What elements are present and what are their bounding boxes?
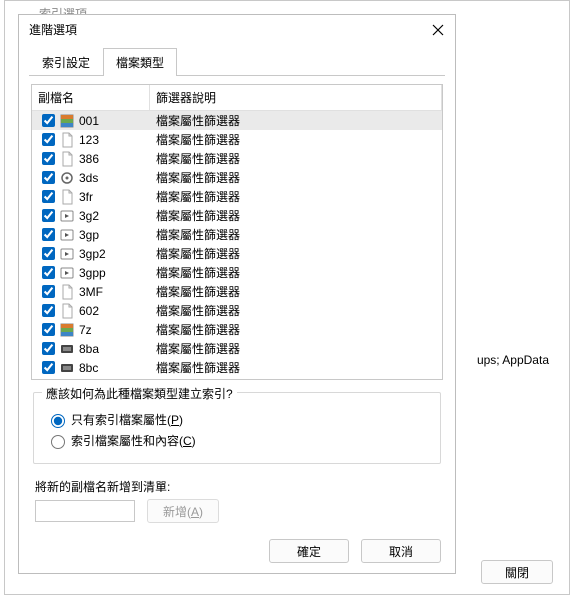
file-type-icon [59,322,75,338]
row-description: 檔案屬性篩選器 [156,112,240,129]
radio-properties-and-content[interactable]: 索引檔案屬性和內容(C) [46,432,428,449]
row-extension: 001 [79,114,99,128]
row-extension: 3fr [79,190,93,204]
row-checkbox[interactable] [42,323,55,336]
table-row[interactable]: 3gpp 檔案屬性篩選器 [32,263,442,282]
group-title: 應該如何為此種檔案類型建立索引? [42,385,237,402]
row-extension: 3gp2 [79,247,106,261]
row-extension: 7z [79,323,92,337]
table-row[interactable]: 8ba 檔案屬性篩選器 [32,339,442,358]
side-text: ups; AppData [477,353,549,367]
row-checkbox[interactable] [42,209,55,222]
row-checkbox[interactable] [42,133,55,146]
row-description: 檔案屬性篩選器 [156,264,240,281]
radio-properties-only[interactable]: 只有索引檔案屬性(P) [46,411,428,428]
header-description[interactable]: 篩選器說明 [150,85,442,110]
add-extension-label: 將新的副檔名新增到清單: [35,478,439,495]
file-type-icon [59,360,75,376]
ok-button[interactable]: 確定 [269,539,349,563]
row-extension: 8bc [79,361,98,375]
file-type-icon [59,151,75,167]
file-type-icon [59,227,75,243]
row-description: 檔案屬性篩選器 [156,302,240,319]
table-row[interactable]: 3MF 檔案屬性篩選器 [32,282,442,301]
table-row[interactable]: 3fr 檔案屬性篩選器 [32,187,442,206]
row-description: 檔案屬性篩選器 [156,245,240,262]
row-extension: 8ba [79,342,99,356]
row-description: 檔案屬性篩選器 [156,207,240,224]
row-extension: 3g2 [79,209,99,223]
file-type-icon [59,341,75,357]
row-description: 檔案屬性篩選器 [156,169,240,186]
row-checkbox[interactable] [42,114,55,127]
row-extension: 602 [79,304,99,318]
table-row[interactable]: 602 檔案屬性篩選器 [32,301,442,320]
tab-file-types[interactable]: 檔案類型 [103,48,177,76]
row-checkbox[interactable] [42,190,55,203]
row-checkbox[interactable] [42,228,55,241]
tabs: 索引設定 檔案類型 [29,47,445,76]
row-description: 檔案屬性篩選器 [156,150,240,167]
row-description: 檔案屬性篩選器 [156,283,240,300]
header-extension[interactable]: 副檔名 [32,85,150,110]
list-header: 副檔名 篩選器說明 [32,85,442,111]
cancel-button[interactable]: 取消 [361,539,441,563]
row-checkbox[interactable] [42,152,55,165]
row-extension: 3MF [79,285,103,299]
index-mode-group: 應該如何為此種檔案類型建立索引? 只有索引檔案屬性(P) 索引檔案屬性和內容(C… [33,392,441,464]
file-type-list[interactable]: 副檔名 篩選器說明 001 檔案屬性篩選器 123 檔案屬性篩選器 386 檔案屬性篩選器… [31,84,443,380]
table-row[interactable]: 8bc 檔案屬性篩選器 [32,358,442,377]
outer-close-button[interactable]: 關閉 [481,560,553,584]
row-checkbox[interactable] [42,247,55,260]
close-icon[interactable] [427,19,449,41]
inner-title: 進階選項 [29,23,77,37]
radio-properties-only-input[interactable] [51,414,65,428]
row-checkbox[interactable] [42,285,55,298]
file-type-icon [59,132,75,148]
row-extension: 386 [79,152,99,166]
row-checkbox[interactable] [42,304,55,317]
row-description: 檔案屬性篩選器 [156,359,240,376]
row-description: 檔案屬性篩選器 [156,226,240,243]
row-checkbox[interactable] [42,342,55,355]
radio-properties-and-content-input[interactable] [51,435,65,449]
file-type-icon [59,284,75,300]
table-row[interactable]: 3g2 檔案屬性篩選器 [32,206,442,225]
row-checkbox[interactable] [42,266,55,279]
table-row[interactable]: 123 檔案屬性篩選器 [32,130,442,149]
table-row[interactable]: 7z 檔案屬性篩選器 [32,320,442,339]
file-type-icon [59,265,75,281]
file-type-icon [59,113,75,129]
table-row[interactable]: 386 檔案屬性篩選器 [32,149,442,168]
table-row[interactable]: 001 檔案屬性篩選器 [32,111,442,130]
row-extension: 3gp [79,228,99,242]
file-type-icon [59,246,75,262]
row-description: 檔案屬性篩選器 [156,340,240,357]
table-row[interactable]: 3ds 檔案屬性篩選器 [32,168,442,187]
advanced-dialog: 進階選項 索引設定 檔案類型 副檔名 篩選器說明 001 檔案屬性篩選器 123 檔案… [18,14,456,574]
row-checkbox[interactable] [42,361,55,374]
add-extension-button[interactable]: 新增(A) [147,499,219,523]
row-extension: 3ds [79,171,98,185]
tab-index-settings[interactable]: 索引設定 [29,48,103,76]
row-extension: 123 [79,133,99,147]
file-type-icon [59,303,75,319]
file-type-icon [59,208,75,224]
table-row[interactable]: 3gp 檔案屬性篩選器 [32,225,442,244]
file-type-icon [59,189,75,205]
row-description: 檔案屬性篩選器 [156,131,240,148]
add-extension-input[interactable] [35,500,135,522]
table-row[interactable]: 3gp2 檔案屬性篩選器 [32,244,442,263]
row-description: 檔案屬性篩選器 [156,188,240,205]
row-checkbox[interactable] [42,171,55,184]
file-type-icon [59,170,75,186]
row-description: 檔案屬性篩選器 [156,321,240,338]
row-extension: 3gpp [79,266,106,280]
